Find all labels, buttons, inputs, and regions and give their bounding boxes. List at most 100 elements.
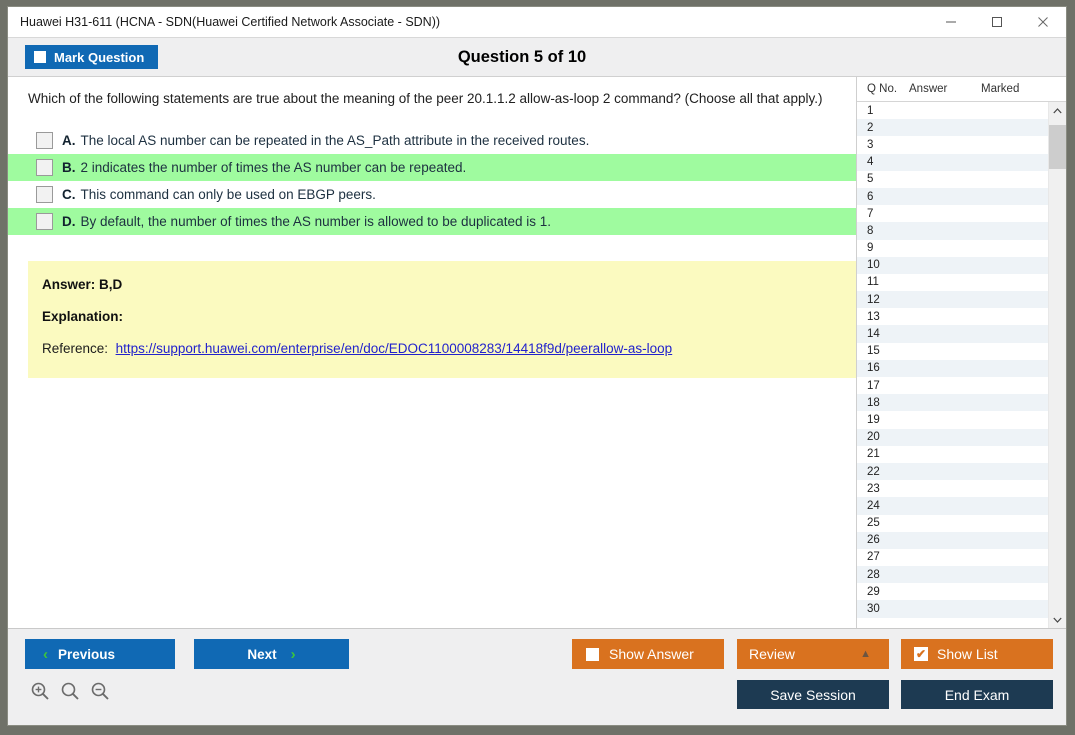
question-list-header: Q No. Answer Marked [857,77,1066,102]
option-checkbox-d[interactable] [36,212,53,230]
question-list-row[interactable]: 23 [857,480,1048,497]
question-number-cell: 27 [867,551,880,564]
option-letter-a: A. [62,132,76,148]
question-number-cell: 6 [867,190,874,203]
question-number-cell: 1 [867,104,874,117]
chevron-left-icon: ‹ [43,645,48,663]
reference-link[interactable]: https://support.huawei.com/enterprise/en… [116,341,673,356]
question-number-cell: 10 [867,259,880,272]
mark-question-button[interactable]: Mark Question [25,45,159,69]
option-checkbox-c[interactable] [36,185,53,203]
question-list-row[interactable]: 13 [857,308,1048,325]
save-session-button[interactable]: Save Session [737,680,889,709]
show-list-checkbox-icon[interactable]: ✔ [914,647,928,661]
question-number-cell: 19 [867,413,880,426]
question-list-rows: 1 2 3 4 5 6 7 8 9 10 11 12 13 14 15 16 17 18 19 20 21 22 23 24 2… [857,102,1048,628]
close-icon[interactable] [1020,7,1066,37]
option-text-a: The local AS number can be repeated in t… [80,132,590,148]
option-checkbox-a[interactable] [36,131,53,149]
question-number-cell: 28 [867,568,880,581]
question-list-row[interactable]: 28 [857,566,1048,584]
option-row-a[interactable]: A. The local AS number can be repeated i… [8,127,856,154]
answer-label: Answer: B,D [42,276,123,292]
column-header-answer: Answer [909,83,948,95]
question-list-row[interactable]: 20 [857,428,1048,446]
question-list-row[interactable]: 27 [857,549,1048,566]
question-number-cell: 22 [867,465,880,478]
question-list-row[interactable]: 22 [857,462,1048,481]
option-text-d: By default, the number of times the AS n… [80,213,552,229]
option-checkbox-b[interactable] [36,158,53,176]
question-list-row[interactable]: 8 [857,222,1048,240]
question-list-row[interactable]: 12 [857,291,1048,309]
option-row-b[interactable]: B. 2 indicates the number of times the A… [8,153,856,181]
question-number-cell: 5 [867,173,874,186]
question-list-row[interactable]: 15 [857,343,1048,360]
explanation-label: Explanation: [42,308,124,324]
question-list-row[interactable]: 5 [857,171,1048,188]
maximize-icon[interactable] [974,7,1020,37]
mark-question-checkbox-icon[interactable] [34,51,46,63]
question-list-body: 1 2 3 4 5 6 7 8 9 10 11 12 13 14 15 16 17 18 19 20 21 22 23 24 2… [857,102,1066,628]
question-list-row[interactable]: 25 [857,515,1048,532]
option-row-d[interactable]: D. By default, the number of times the A… [8,207,856,235]
question-number-cell: 29 [867,585,880,598]
option-letter-c: C. [62,186,76,202]
next-button[interactable]: Next › [194,639,349,669]
option-text-c: This command can only be used on EBGP pe… [80,186,376,202]
question-list-row[interactable]: 29 [857,583,1048,600]
question-number-cell: 3 [867,138,874,151]
question-list-row[interactable]: 19 [857,411,1048,428]
question-list-row[interactable]: 30 [857,600,1048,618]
option-letter-d: D. [62,213,76,229]
exam-window: Huawei H31-611 (HCNA - SDN(Huawei Certif… [7,6,1067,726]
question-number-cell: 25 [867,517,880,530]
scrollbar-thumb[interactable] [1049,125,1066,169]
window-title: Huawei H31-611 (HCNA - SDN(Huawei Certif… [20,15,441,29]
question-list-row[interactable]: 9 [857,240,1048,257]
question-number-cell: 23 [867,482,880,495]
minimize-icon[interactable] [928,7,974,37]
question-list-row[interactable]: 24 [857,497,1048,515]
option-row-c[interactable]: C. This command can only be used on EBGP… [8,181,856,208]
show-answer-button[interactable]: Show Answer [572,639,724,669]
question-number-cell: 11 [867,276,879,289]
scrollbar-track[interactable] [1049,119,1066,611]
question-number-cell: 15 [867,345,880,358]
zoom-in-icon[interactable] [30,681,50,701]
question-list-row[interactable]: 17 [857,377,1048,394]
show-list-button[interactable]: ✔ Show List [901,639,1053,669]
question-list-row[interactable]: 26 [857,531,1048,549]
question-list-row[interactable]: 6 [857,187,1048,206]
review-dropdown[interactable]: Review ▲ [737,639,889,669]
question-number-cell: 2 [867,121,874,134]
scroll-up-arrow-icon[interactable] [1049,102,1066,119]
option-text-b: 2 indicates the number of times the AS n… [80,159,467,175]
footer-bar: ‹ Previous Next › Show Answer Review ▲ ✔… [8,628,1066,725]
question-list-row[interactable]: 2 [857,119,1048,137]
scroll-down-arrow-icon[interactable] [1049,611,1066,628]
question-number-cell: 12 [867,293,880,306]
question-list-row[interactable]: 4 [857,153,1048,171]
app-root: Huawei H31-611 (HCNA - SDN(Huawei Certif… [0,0,1075,735]
option-letter-b: B. [62,159,76,175]
question-list-row[interactable]: 16 [857,359,1048,377]
question-list-row[interactable]: 14 [857,325,1048,343]
show-answer-checkbox-icon[interactable] [586,647,599,661]
body-split: Which of the following statements are tr… [8,77,1066,628]
question-number-cell: 8 [867,224,874,237]
end-exam-button[interactable]: End Exam [901,680,1053,709]
zoom-out-icon[interactable] [90,681,110,701]
question-list-row[interactable]: 18 [857,394,1048,412]
question-list-scrollbar[interactable] [1048,102,1066,628]
question-list-row[interactable]: 21 [857,446,1048,463]
reference-line: Reference: https://support.huawei.com/en… [28,341,856,356]
question-list-row[interactable]: 10 [857,256,1048,274]
question-list-row[interactable]: 7 [857,205,1048,222]
question-list-row[interactable]: 1 [857,102,1048,119]
previous-button[interactable]: ‹ Previous [25,639,175,669]
zoom-reset-icon[interactable] [60,681,80,701]
question-list-row[interactable]: 11 [857,274,1048,291]
answer-panel: Answer: B,D Explanation: Reference: http… [28,260,856,378]
question-list-row[interactable]: 3 [857,136,1048,153]
